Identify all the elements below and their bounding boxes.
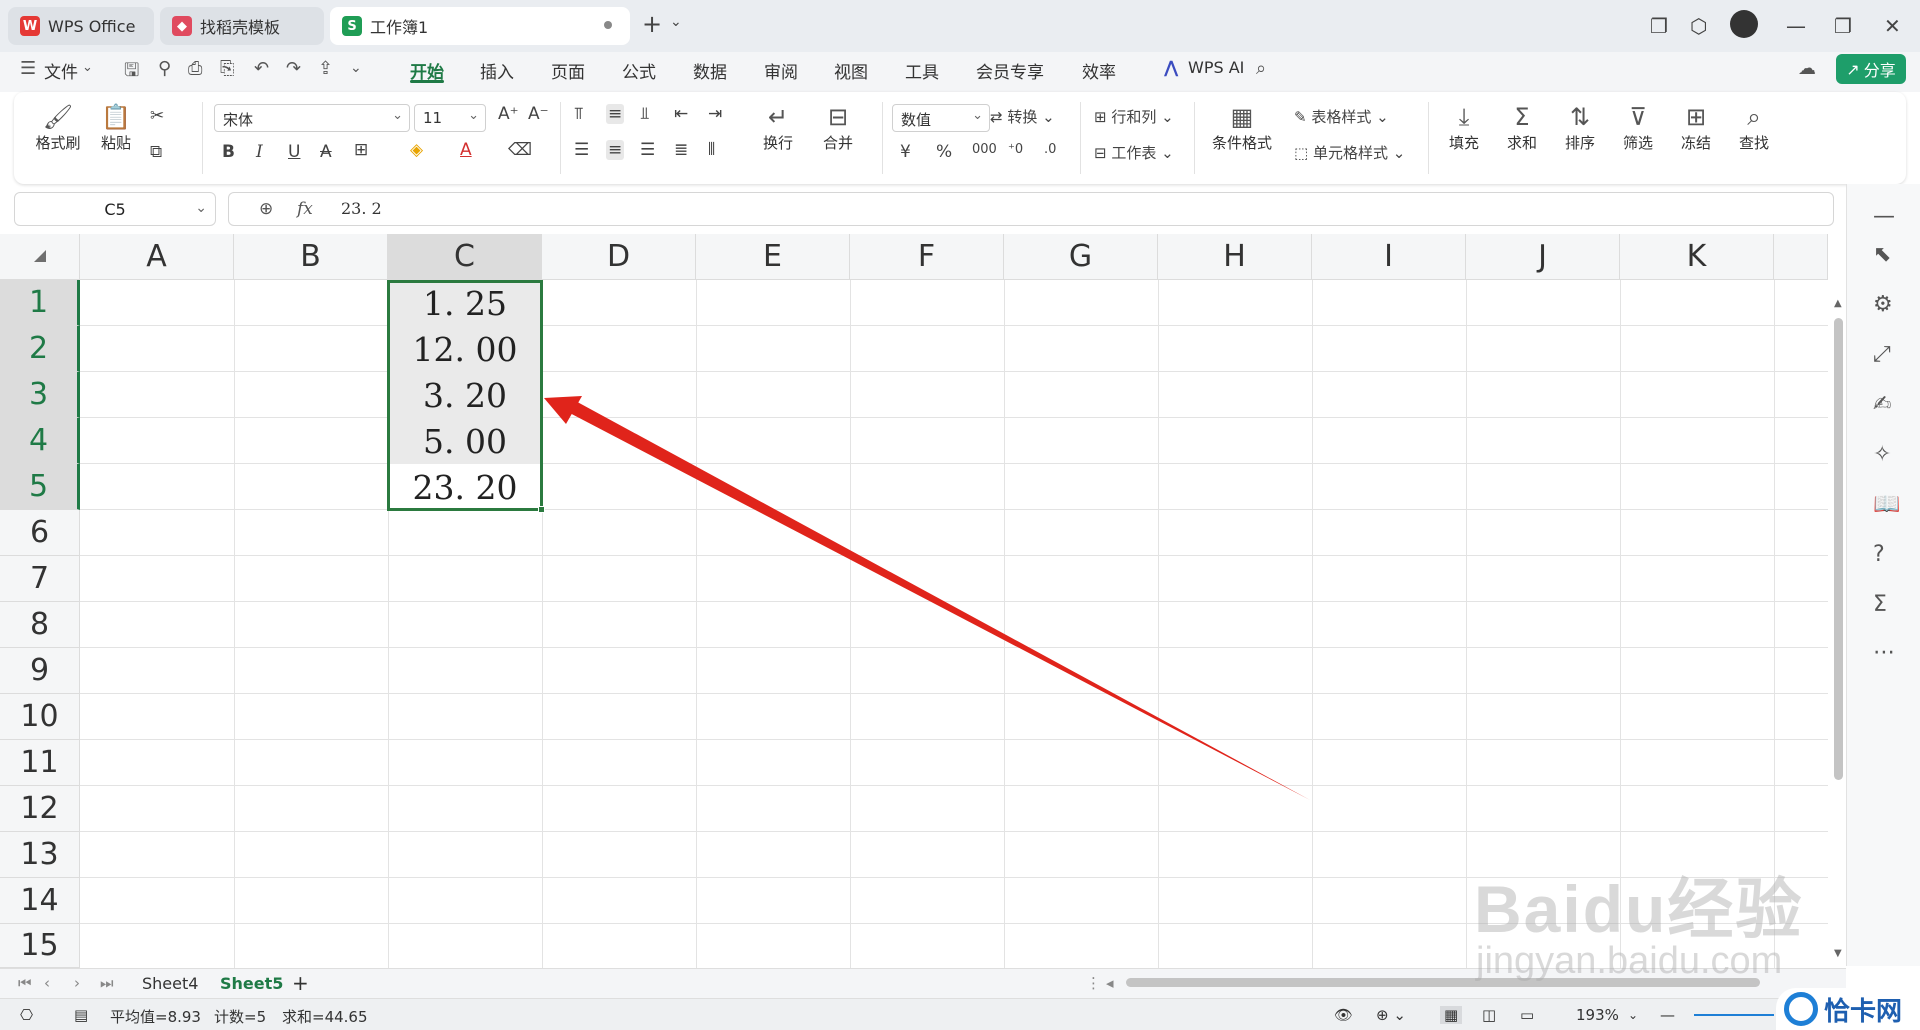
more-icon[interactable]: ⋯ [1873, 640, 1895, 665]
page-break-view-icon[interactable]: ▭ [1520, 1006, 1534, 1024]
eye-protection-icon[interactable]: 👁 [1334, 1006, 1353, 1024]
last-sheet-icon[interactable]: ⏭ [100, 974, 114, 992]
horizontal-scrollbar[interactable] [1126, 978, 1760, 987]
scroll-up-icon[interactable]: ▲ [1834, 298, 1842, 309]
normal-view-icon[interactable]: ▦ [1440, 1006, 1463, 1024]
book-icon[interactable]: 📖 [1873, 492, 1900, 517]
site-logo-icon [1784, 992, 1818, 1026]
macro-icon[interactable]: ⎔ [20, 1006, 33, 1024]
status-average: 平均值=8.93 [110, 1008, 201, 1026]
tools-icon[interactable]: ✧ [1873, 442, 1891, 467]
zoom-slider[interactable] [1694, 1014, 1774, 1016]
site-logo-badge: 恰卡网 [1776, 988, 1920, 1030]
page-icon[interactable]: ▤ [74, 1006, 88, 1024]
gridline-view-icon[interactable]: ⊕ ⌄ [1376, 1006, 1406, 1024]
hscroll-prev-icon[interactable]: ◂ [1106, 974, 1114, 992]
scroll-down-icon[interactable]: ▼ [1834, 948, 1842, 959]
collapse-icon[interactable]: — [1873, 204, 1895, 229]
arrow-shaft [564, 398, 1310, 800]
status-sum: 求和=44.65 [282, 1008, 368, 1026]
add-sheet-icon[interactable]: + [292, 971, 309, 995]
annotation-arrow [544, 396, 1310, 800]
sheet-tab-sheet5[interactable]: Sheet5 [220, 974, 283, 993]
zoom-level[interactable]: 193% [1576, 1006, 1619, 1024]
first-sheet-icon[interactable]: ⏮ [18, 974, 32, 992]
signature-icon[interactable]: ✍ [1873, 392, 1891, 417]
transform-icon[interactable]: ⤢ [1873, 342, 1891, 367]
page-layout-view-icon[interactable]: ◫ [1482, 1006, 1496, 1024]
zoom-chevron-icon[interactable]: ⌄ [1628, 1008, 1638, 1022]
help-icon[interactable]: ? [1873, 542, 1885, 567]
sheet-tab-sheet4[interactable]: Sheet4 [142, 974, 198, 993]
prev-sheet-icon[interactable]: ‹ [44, 974, 50, 992]
site-logo-text: 恰卡网 [1824, 996, 1903, 1027]
select-cursor-icon[interactable]: ⬉ [1873, 242, 1891, 267]
vertical-scrollbar[interactable] [1834, 318, 1843, 780]
right-sidebar: — ⬉ ⚙ ⤢ ✍ ✧ 📖 ? Σ ⋯ [1846, 184, 1920, 966]
status-count: 计数=5 [214, 1008, 267, 1026]
next-sheet-icon[interactable]: › [74, 974, 80, 992]
status-bar: ⎔ ▤ 平均值=8.93 计数=5 求和=44.65 👁 ⊕ ⌄ ▦ ◫ ▭ 1… [0, 998, 1920, 1030]
formula-sum-icon[interactable]: Σ [1873, 592, 1887, 617]
properties-icon[interactable]: ⚙ [1873, 292, 1893, 317]
zoom-out-icon[interactable]: — [1660, 1006, 1675, 1024]
hscroll-left-icon[interactable]: ⋮ [1086, 974, 1101, 992]
